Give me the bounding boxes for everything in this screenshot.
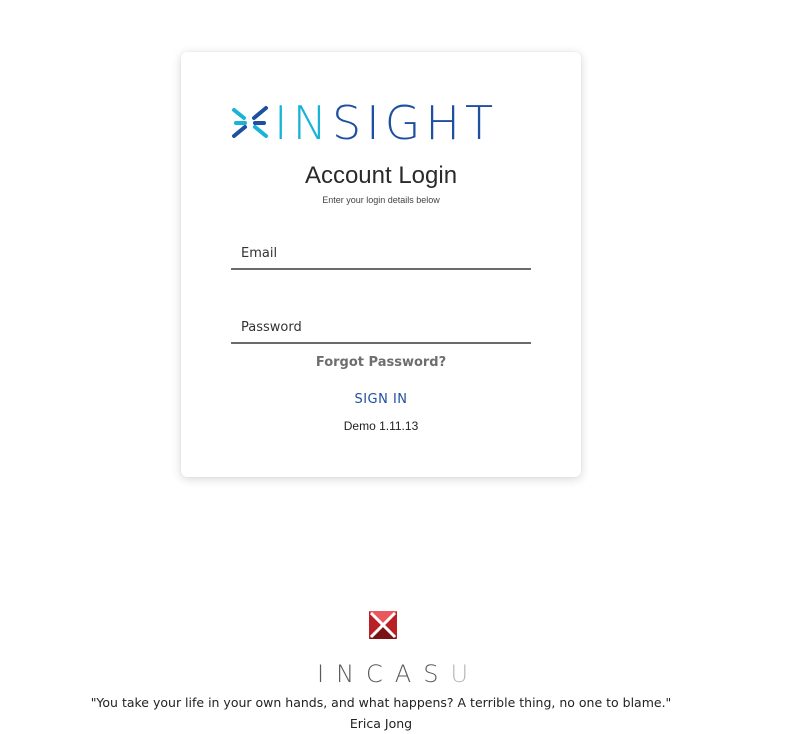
insight-wordmark: INSIGHT <box>274 100 498 146</box>
insight-logo: INSIGHT <box>230 99 532 147</box>
wordmark-main: SIGHT <box>331 96 499 150</box>
wordmark-accent: IN <box>274 96 332 150</box>
version-label: Demo 1.11.13 <box>343 419 419 433</box>
email-field[interactable] <box>231 238 531 268</box>
footer-quote: "You take your life in your own hands, a… <box>90 695 672 710</box>
login-page: INSIGHT Account Login Enter your login d… <box>0 0 785 734</box>
incasu-hourglass-icon <box>369 611 397 639</box>
password-field[interactable] <box>231 312 531 342</box>
footer-quote-author: Erica Jong <box>349 716 413 731</box>
login-card: INSIGHT Account Login Enter your login d… <box>181 52 581 477</box>
page-subtitle: Enter your login details below <box>322 195 440 205</box>
forgot-password-link[interactable]: Forgot Password? <box>181 355 581 370</box>
email-field-wrapper <box>231 238 531 270</box>
password-field-wrapper <box>231 312 531 344</box>
incasu-wordmark: INCASU <box>0 660 785 688</box>
sign-in-button[interactable]: SIGN IN <box>336 386 426 412</box>
incasu-wordmark-tail: U <box>450 660 481 688</box>
insight-cross-arrows-icon <box>232 106 268 138</box>
page-title: Account Login <box>304 162 458 189</box>
incasu-wordmark-main: INCAS <box>316 660 451 688</box>
